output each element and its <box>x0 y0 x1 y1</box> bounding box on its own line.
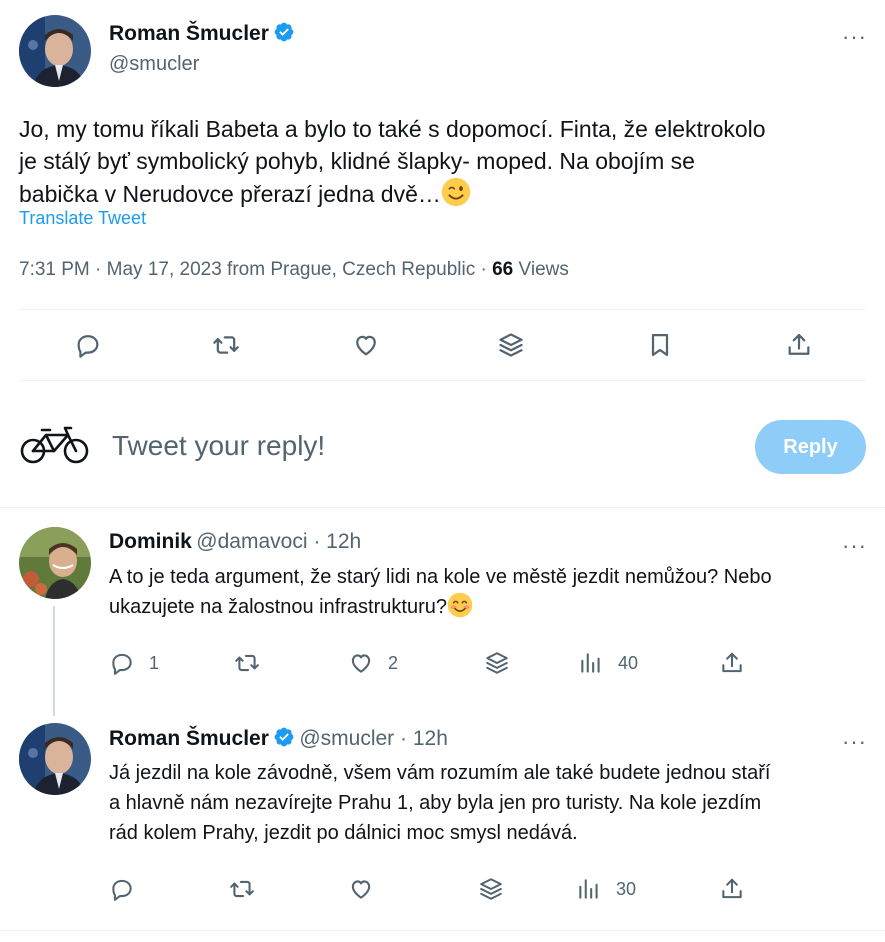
reply-avatar[interactable] <box>19 527 91 599</box>
share-icon <box>722 878 742 899</box>
layers-icon <box>480 878 502 900</box>
divider <box>0 507 885 508</box>
layers-icon <box>486 652 508 674</box>
views-count: 66 <box>492 259 514 280</box>
reply-action[interactable] <box>74 331 102 359</box>
stack-action[interactable] <box>497 331 525 359</box>
stack-action[interactable] <box>484 650 510 676</box>
bicycle-icon <box>20 426 90 471</box>
retweet-action[interactable] <box>212 331 240 359</box>
reply-text-line: ukazujete na žalostnou infrastrukturu? <box>109 596 447 618</box>
translate-tweet-link[interactable]: Translate Tweet <box>19 208 146 229</box>
bookmark-action[interactable] <box>646 331 674 359</box>
retweet-action[interactable] <box>229 876 255 902</box>
reply-count: 1 <box>149 652 160 673</box>
tweet-timestamp[interactable]: 7:31 PM · May 17, 2023 from Prague, Czec… <box>19 259 492 280</box>
more-options-icon[interactable]: ··· <box>842 26 867 48</box>
reply-text-line: a hlavně nám nezavírejte Prahu 1, aby by… <box>109 792 762 814</box>
reply-input[interactable]: Tweet your reply! <box>112 430 325 462</box>
heart-icon <box>351 654 371 673</box>
reply-icon <box>77 335 99 358</box>
reply-author-name[interactable]: Dominik <box>109 530 192 553</box>
divider <box>19 380 866 381</box>
author-handle[interactable]: @smucler <box>109 53 199 76</box>
heart-icon <box>351 880 371 899</box>
retweet-icon <box>213 336 239 354</box>
thread-connector <box>53 606 55 716</box>
more-options-icon[interactable]: ··· <box>842 535 867 557</box>
reply-icon <box>112 879 132 901</box>
divider <box>19 309 866 310</box>
reply-text-line: rád kolem Prahy, jezdit po dálnici moc s… <box>109 822 578 844</box>
like-action[interactable] <box>348 876 374 902</box>
tweet-text-line: babička v Nerudovce přerazí jedna dvě… <box>19 181 441 207</box>
views-action[interactable]: 40 <box>578 650 638 676</box>
reply-icon <box>112 653 132 675</box>
views-label: Views <box>513 259 569 280</box>
tweet-body: Jo, my tomu říkali Babeta a bylo to také… <box>19 113 879 210</box>
winking-face-emoji-icon <box>441 177 471 207</box>
share-action[interactable] <box>719 650 745 676</box>
reply-action[interactable] <box>109 876 135 902</box>
reply-action[interactable]: 1 <box>109 650 159 676</box>
view-count: 30 <box>616 878 637 899</box>
reply-text-line: A to je teda argument, že starý lidi na … <box>109 566 772 588</box>
author-name[interactable]: Roman Šmucler <box>109 22 269 45</box>
like-action[interactable]: 2 <box>348 650 398 676</box>
tweet-text-line: Jo, my tomu říkali Babeta a bylo to také… <box>19 116 766 142</box>
reply-text-line: Já jezdil na kole závodně, všem vám rozu… <box>109 762 771 784</box>
reply-button[interactable]: Reply <box>755 420 866 474</box>
tweet-meta: 7:31 PM · May 17, 2023 from Prague, Czec… <box>19 259 569 281</box>
reply-author-handle[interactable]: @smucler · 12h <box>299 727 448 750</box>
analytics-icon <box>579 879 598 899</box>
more-options-icon[interactable]: ··· <box>842 731 867 753</box>
share-action[interactable] <box>719 876 745 902</box>
share-icon <box>788 333 810 355</box>
heart-icon <box>356 335 376 356</box>
verified-badge-icon <box>274 22 294 42</box>
bookmark-icon <box>651 333 669 357</box>
layers-icon <box>499 333 523 357</box>
author-avatar[interactable] <box>19 15 91 87</box>
reply-body: A to je teda argument, že starý lidi na … <box>109 562 879 622</box>
reply-body: Já jezdil na kole závodně, všem vám rozu… <box>109 758 879 848</box>
stack-action[interactable] <box>478 876 504 902</box>
reply-author-name[interactable]: Roman Šmucler <box>109 727 269 750</box>
smiling-face-emoji-icon <box>447 592 473 618</box>
retweet-icon <box>230 880 254 898</box>
share-icon <box>722 652 742 673</box>
reply-avatar[interactable] <box>19 723 91 795</box>
retweet-icon <box>235 654 259 672</box>
reply-author-handle[interactable]: @damavoci · 12h <box>196 530 361 553</box>
view-count: 40 <box>618 652 639 673</box>
verified-badge-icon <box>274 727 294 747</box>
divider <box>0 930 885 931</box>
retweet-action[interactable] <box>234 650 260 676</box>
views-action[interactable]: 30 <box>576 876 636 902</box>
share-action[interactable] <box>785 331 813 359</box>
tweet-text-line: je stálý byť symbolický pohyb, klidné šl… <box>19 148 695 174</box>
like-action[interactable] <box>352 331 380 359</box>
analytics-icon <box>581 653 600 673</box>
like-count: 2 <box>388 652 399 673</box>
